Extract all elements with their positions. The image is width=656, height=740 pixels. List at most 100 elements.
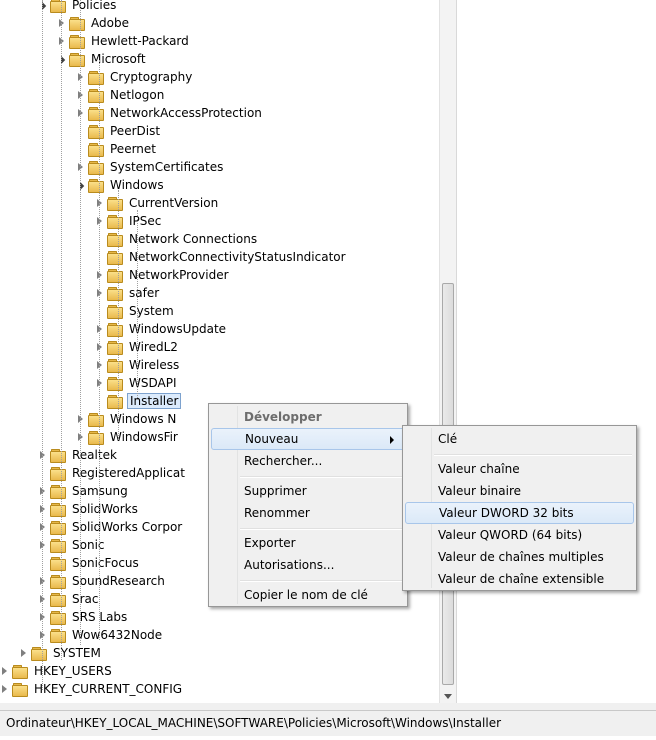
tree-node[interactable]: Installer	[95, 392, 182, 410]
tree-node[interactable]: Network Connections	[95, 230, 259, 248]
tree-node[interactable]: Wow6432Node	[38, 626, 164, 644]
folder-icon	[69, 52, 85, 67]
submenu-item-chaines-multiples[interactable]: Valeur de chaînes multiples	[405, 546, 634, 568]
submenu-item-chaine-extensible[interactable]: Valeur de chaîne extensible	[405, 568, 634, 590]
tree-node[interactable]: System	[95, 302, 176, 320]
tree-node[interactable]: HKEY_CURRENT_CONFIG	[0, 680, 184, 698]
menu-item-nouveau[interactable]: Nouveau	[211, 428, 405, 450]
tree-node[interactable]: Windows	[76, 176, 166, 194]
folder-icon	[50, 556, 66, 571]
values-pane[interactable]	[456, 0, 656, 703]
folder-icon	[88, 70, 104, 85]
tree-node[interactable]: Samsung	[38, 482, 130, 500]
tree-node[interactable]: Policies	[38, 0, 118, 14]
menu-item-developper[interactable]: Développer	[211, 406, 405, 428]
tree-node-label: IPSec	[129, 214, 162, 228]
tree-node[interactable]: SRS Labs	[38, 608, 129, 626]
tree-node-label: Windows	[110, 178, 164, 192]
menu-item-supprimer[interactable]: Supprimer	[211, 480, 405, 502]
tree-node[interactable]: CurrentVersion	[95, 194, 220, 212]
menu-item-rechercher[interactable]: Rechercher...	[211, 450, 405, 472]
folder-icon	[12, 682, 28, 697]
folder-icon	[107, 286, 123, 301]
tree-node-label: Adobe	[91, 16, 129, 30]
tree-node[interactable]: NetworkConnectivityStatusIndicator	[95, 248, 348, 266]
submenu-item-cle[interactable]: Clé	[405, 428, 634, 450]
tree-node[interactable]: SoundResearch	[38, 572, 167, 590]
folder-icon	[107, 358, 123, 373]
menu-item-renommer[interactable]: Renommer	[211, 502, 405, 524]
tree-node[interactable]: Adobe	[57, 14, 131, 32]
tree-node[interactable]: HKEY_USERS	[0, 662, 114, 680]
folder-icon	[12, 664, 28, 679]
tree-node-label: WindowsUpdate	[129, 322, 227, 336]
tree-node-label: Realtek	[72, 448, 117, 462]
folder-icon	[107, 196, 123, 211]
menu-item-exporter[interactable]: Exporter	[211, 532, 405, 554]
tree-node[interactable]: NetworkProvider	[95, 266, 231, 284]
tree-node[interactable]: Srac	[38, 590, 101, 608]
folder-icon	[88, 124, 104, 139]
new-submenu: Clé Valeur chaîne Valeur binaire Valeur …	[402, 425, 637, 591]
expand-arrow-icon[interactable]	[0, 684, 9, 694]
tree-node-label: SYSTEM	[53, 646, 101, 660]
tree-node[interactable]: PeerDist	[76, 122, 162, 140]
folder-icon	[88, 142, 104, 157]
tree-node-label: PeerDist	[110, 124, 161, 138]
tree-node[interactable]: Cryptography	[76, 68, 194, 86]
tree-node[interactable]: NetworkAccessProtection	[76, 104, 264, 122]
tree-node-label: Srac	[72, 592, 99, 606]
tree-node[interactable]: Wireless	[95, 356, 181, 374]
tree-node[interactable]: WindowsUpdate	[95, 320, 228, 338]
submenu-item-valeur-binaire[interactable]: Valeur binaire	[405, 480, 634, 502]
folder-icon	[88, 88, 104, 103]
menu-separator	[240, 580, 403, 582]
tree-node[interactable]: Windows N	[76, 410, 178, 428]
folder-icon	[88, 106, 104, 121]
tree-node[interactable]: Microsoft	[57, 50, 148, 68]
tree-node[interactable]: Hewlett-Packard	[57, 32, 191, 50]
tree-node[interactable]: WindowsFir	[76, 428, 180, 446]
folder-icon	[50, 484, 66, 499]
folder-icon	[88, 412, 104, 427]
menu-separator	[240, 476, 403, 478]
tree-node-label: Cryptography	[110, 70, 193, 84]
tree-node-label: WSDAPI	[129, 376, 177, 390]
folder-icon	[50, 610, 66, 625]
expand-arrow-icon[interactable]	[19, 648, 28, 658]
tree-node[interactable]: Netlogon	[76, 86, 166, 104]
tree-node-label: Wireless	[129, 358, 180, 372]
tree-guide-line	[61, 0, 62, 660]
tree-node[interactable]: Realtek	[38, 446, 119, 464]
tree-node-label: NetworkAccessProtection	[110, 106, 262, 120]
scroll-down-arrow-icon[interactable]	[444, 694, 452, 699]
tree-node[interactable]: Sonic	[38, 536, 107, 554]
tree-node-label: Sonic	[72, 538, 105, 552]
tree-guide-line	[118, 190, 119, 440]
expand-arrow-icon[interactable]	[0, 666, 9, 676]
tree-scrollbar[interactable]	[439, 0, 456, 703]
tree-node-label: SolidWorks Corpor	[72, 520, 183, 534]
menu-separator	[434, 454, 632, 456]
folder-icon	[107, 394, 123, 409]
folder-icon	[107, 322, 123, 337]
submenu-item-valeur-dword[interactable]: Valeur DWORD 32 bits	[405, 502, 634, 524]
tree-node[interactable]: SonicFocus	[38, 554, 141, 572]
folder-icon	[31, 646, 47, 661]
tree-node[interactable]: IPSec	[95, 212, 163, 230]
tree-node-label: Policies	[72, 0, 117, 12]
tree-node[interactable]: SolidWorks	[38, 500, 140, 518]
folder-icon	[107, 268, 123, 283]
tree-node[interactable]: Peernet	[76, 140, 158, 158]
tree-guide-line	[42, 0, 43, 690]
folder-icon	[107, 340, 123, 355]
tree-node-label: System	[129, 304, 174, 318]
submenu-item-valeur-qword[interactable]: Valeur QWORD (64 bits)	[405, 524, 634, 546]
folder-icon	[107, 304, 123, 319]
folder-icon	[69, 16, 85, 31]
tree-node[interactable]: safer	[95, 284, 161, 302]
menu-item-autorisations[interactable]: Autorisations...	[211, 554, 405, 576]
tree-node[interactable]: SolidWorks Corpor	[38, 518, 184, 536]
submenu-item-valeur-chaine[interactable]: Valeur chaîne	[405, 458, 634, 480]
menu-item-copier-nom-cle[interactable]: Copier le nom de clé	[211, 584, 405, 606]
